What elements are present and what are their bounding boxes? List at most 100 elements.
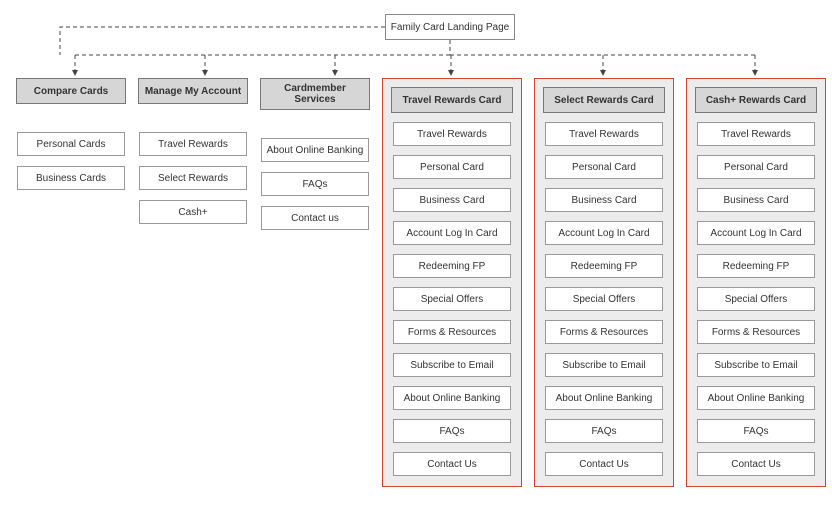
sitemap-item-label: Subscribe to Email <box>562 360 645 371</box>
sitemap-item-label: Redeeming FP <box>419 261 486 272</box>
columns-container: Compare Cards Personal Cards Business Card… <box>16 78 824 487</box>
sitemap-item-label: FAQs <box>302 179 327 190</box>
sitemap-item-label: Contact Us <box>427 459 476 470</box>
sitemap-item-label: Redeeming FP <box>571 261 638 272</box>
sitemap-item: Special Offers <box>545 287 663 311</box>
column-cash-plus-rewards-card: Cash+ Rewards Card Travel Rewards Personal… <box>686 78 826 487</box>
column-header-manage-my-account: Manage My Account <box>138 78 248 104</box>
sitemap-item: Subscribe to Email <box>697 353 815 377</box>
column-header-label: Compare Cards <box>34 86 108 97</box>
sitemap-item-label: About Online Banking <box>267 145 364 156</box>
sitemap-item: Special Offers <box>393 287 511 311</box>
sitemap-item-label: Account Log In Card <box>558 228 649 239</box>
sitemap-item: Travel Rewards <box>393 122 511 146</box>
sitemap-item: Personal Card <box>697 155 815 179</box>
sitemap-item: Travel Rewards <box>545 122 663 146</box>
column-travel-rewards-card: Travel Rewards Card Travel Rewards Persona… <box>382 78 522 487</box>
sitemap-item-label: Subscribe to Email <box>714 360 797 371</box>
sitemap-item-label: Contact us <box>291 213 339 224</box>
sitemap-item: Travel Rewards <box>139 132 247 156</box>
sitemap-item-label: Personal Cards <box>37 139 106 150</box>
column-header-label: Travel Rewards Card <box>403 95 502 106</box>
sitemap-item-label: About Online Banking <box>556 393 653 404</box>
sitemap-item: Account Log In Card <box>545 221 663 245</box>
sitemap-item: Contact Us <box>697 452 815 476</box>
sitemap-item-label: Redeeming FP <box>723 261 790 272</box>
column-manage-my-account: Manage My Account Travel Rewards Select Re… <box>138 78 248 224</box>
sitemap-item-label: Business Card <box>571 195 636 206</box>
sitemap-item: Business Cards <box>17 166 125 190</box>
sitemap-item-label: Contact Us <box>579 459 628 470</box>
sitemap-item: Business Card <box>545 188 663 212</box>
sitemap-item: Forms & Resources <box>697 320 815 344</box>
sitemap-item: Business Card <box>393 188 511 212</box>
column-compare-cards: Compare Cards Personal Cards Business Card… <box>16 78 126 190</box>
sitemap-item: FAQs <box>545 419 663 443</box>
sitemap-item: Forms & Resources <box>393 320 511 344</box>
sitemap-item: Personal Card <box>393 155 511 179</box>
sitemap-item-label: FAQs <box>743 426 768 437</box>
sitemap-item: About Online Banking <box>545 386 663 410</box>
sitemap-item-label: Travel Rewards <box>569 129 639 140</box>
sitemap-item-label: Account Log In Card <box>406 228 497 239</box>
sitemap-item: About Online Banking <box>393 386 511 410</box>
column-header-label: Cardmember Services <box>263 83 367 105</box>
sitemap-item: About Online Banking <box>261 138 369 162</box>
sitemap-item-label: Travel Rewards <box>721 129 791 140</box>
column-header-travel-rewards-card: Travel Rewards Card <box>391 87 513 113</box>
sitemap-item: Contact us <box>261 206 369 230</box>
sitemap-item-label: Personal Card <box>420 162 484 173</box>
sitemap-item-label: Special Offers <box>573 294 636 305</box>
sitemap-item-label: Travel Rewards <box>158 139 228 150</box>
sitemap-item-label: Forms & Resources <box>712 327 800 338</box>
sitemap-item-label: Special Offers <box>421 294 484 305</box>
root-node: Family Card Landing Page <box>385 14 515 40</box>
sitemap-item-label: Personal Card <box>572 162 636 173</box>
sitemap-item-label: FAQs <box>439 426 464 437</box>
sitemap-item: FAQs <box>697 419 815 443</box>
column-header-label: Manage My Account <box>145 86 241 97</box>
sitemap-item: Redeeming FP <box>545 254 663 278</box>
sitemap-item: Cash+ <box>139 200 247 224</box>
sitemap-item: FAQs <box>393 419 511 443</box>
column-header-cash-plus-rewards-card: Cash+ Rewards Card <box>695 87 817 113</box>
sitemap-item: FAQs <box>261 172 369 196</box>
sitemap-item-label: Account Log In Card <box>710 228 801 239</box>
sitemap-item-label: Forms & Resources <box>560 327 648 338</box>
sitemap-item-label: Business Card <box>419 195 484 206</box>
sitemap-item: Redeeming FP <box>697 254 815 278</box>
sitemap-item: About Online Banking <box>697 386 815 410</box>
sitemap-item-label: FAQs <box>591 426 616 437</box>
sitemap-item: Special Offers <box>697 287 815 311</box>
sitemap-item: Forms & Resources <box>545 320 663 344</box>
sitemap-item: Personal Card <box>545 155 663 179</box>
sitemap-item-label: Forms & Resources <box>408 327 496 338</box>
sitemap-item: Contact Us <box>545 452 663 476</box>
sitemap-item-label: Business Card <box>723 195 788 206</box>
sitemap-item: Subscribe to Email <box>393 353 511 377</box>
sitemap-item-label: Travel Rewards <box>417 129 487 140</box>
sitemap-item-label: Cash+ <box>178 207 207 218</box>
sitemap-item: Personal Cards <box>17 132 125 156</box>
sitemap-item: Select Rewards <box>139 166 247 190</box>
sitemap-item-label: Personal Card <box>724 162 788 173</box>
sitemap-item-label: Select Rewards <box>158 173 228 184</box>
column-header-cardmember-services: Cardmember Services <box>260 78 370 110</box>
sitemap-item-label: Business Cards <box>36 173 106 184</box>
sitemap-item-label: Subscribe to Email <box>410 360 493 371</box>
sitemap-item: Account Log In Card <box>697 221 815 245</box>
column-header-label: Cash+ Rewards Card <box>706 95 806 106</box>
sitemap-item: Travel Rewards <box>697 122 815 146</box>
sitemap-item-label: About Online Banking <box>404 393 501 404</box>
sitemap-item-label: Contact Us <box>731 459 780 470</box>
sitemap-item: Business Card <box>697 188 815 212</box>
column-select-rewards-card: Select Rewards Card Travel Rewards Persona… <box>534 78 674 487</box>
sitemap-item-label: About Online Banking <box>708 393 805 404</box>
sitemap-item: Contact Us <box>393 452 511 476</box>
column-header-label: Select Rewards Card <box>554 95 654 106</box>
column-header-compare-cards: Compare Cards <box>16 78 126 104</box>
sitemap-item: Account Log In Card <box>393 221 511 245</box>
column-cardmember-services: Cardmember Services About Online Banking F… <box>260 78 370 230</box>
root-node-label: Family Card Landing Page <box>391 22 509 33</box>
sitemap-item-label: Special Offers <box>725 294 788 305</box>
